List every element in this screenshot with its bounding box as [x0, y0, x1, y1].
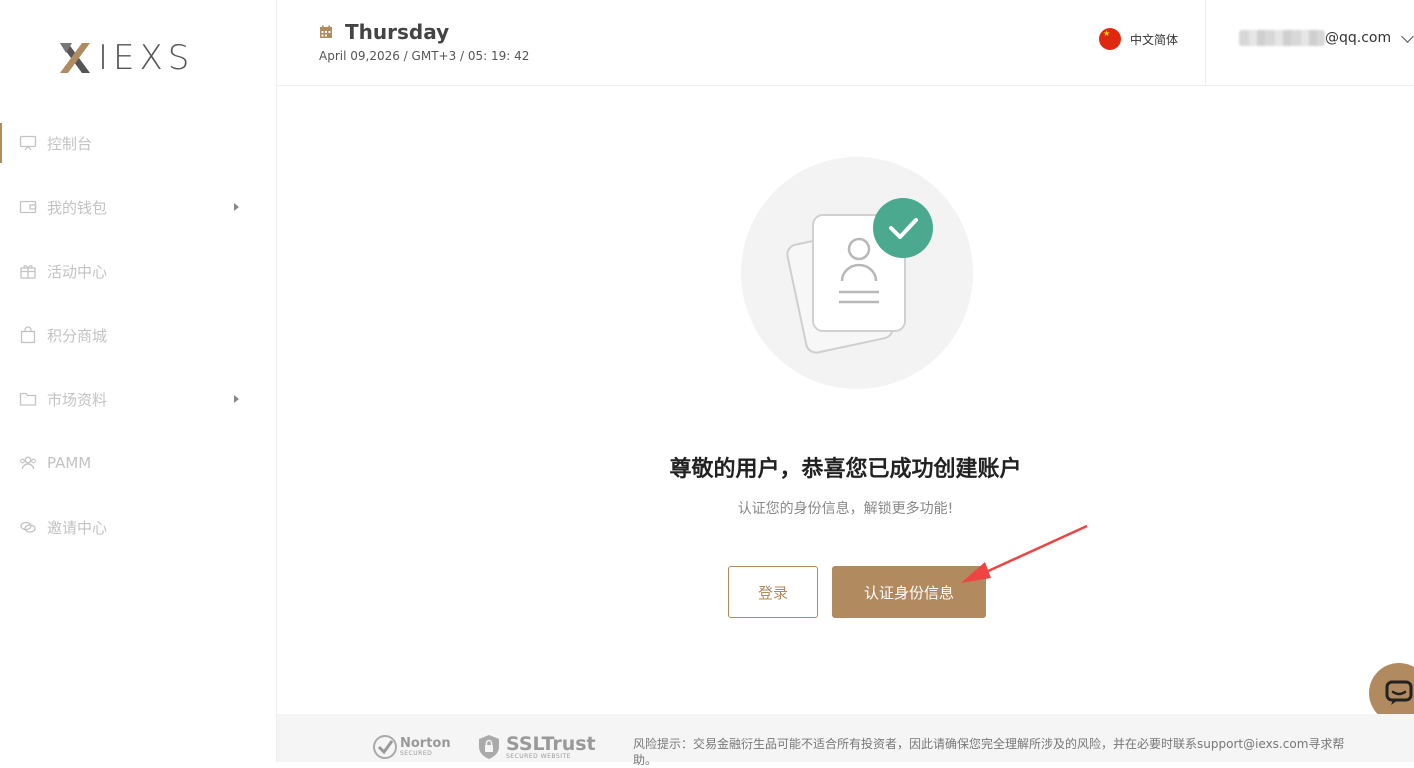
brand-logo[interactable]: IEXS — [58, 38, 194, 78]
language-label: 中文简体 — [1130, 32, 1179, 47]
day-name: Thursday — [345, 20, 450, 44]
link-icon — [20, 521, 36, 533]
top-header: Thursday April 09,2026 / GMT+3 / 05: 19:… — [277, 0, 1414, 86]
caret-right-icon — [234, 203, 239, 211]
sidebar-item-label: 活动中心 — [47, 262, 108, 281]
china-flag-icon: ★ — [1099, 28, 1121, 50]
ssl-label: SSLTrust — [506, 732, 596, 755]
annotation-arrow — [961, 524, 1088, 583]
lock-shield-icon — [479, 735, 499, 759]
sidebar-item-label: PAMM — [47, 454, 92, 472]
date-block: Thursday April 09,2026 / GMT+3 / 05: 19:… — [319, 20, 529, 63]
folder-icon — [19, 392, 37, 406]
logo-text: IEXS — [98, 38, 195, 78]
sidebar-item-label: 邀请中心 — [47, 518, 108, 537]
account-menu[interactable]: @qq.com — [1239, 29, 1414, 46]
language-selector[interactable]: ★ 中文简体 — [1099, 28, 1178, 50]
sidebar-item-invite[interactable]: 邀请中心 — [0, 495, 277, 559]
sidebar-item-activities[interactable]: 活动中心 — [0, 239, 277, 303]
check-badge-icon — [373, 735, 397, 759]
sidebar-item-label: 积分商城 — [47, 326, 108, 345]
norton-label: Norton — [400, 735, 451, 751]
sidebar-item-label: 我的钱包 — [47, 198, 108, 217]
users-icon — [20, 456, 36, 470]
gift-icon — [20, 265, 36, 279]
footer: Norton SECURED SSLTrust SECURED WEBSITE … — [277, 714, 1414, 767]
header-divider — [1205, 0, 1206, 86]
main-content: 尊敬的用户，恭喜您已成功创建账户 认证您的身份信息，解锁更多功能! 登录 认证身… — [277, 87, 1414, 723]
login-button[interactable]: 登录 — [728, 566, 818, 618]
caret-right-icon — [234, 395, 239, 403]
sidebar-item-dashboard[interactable]: 控制台 — [0, 111, 277, 175]
logo-mark-icon — [60, 43, 90, 73]
sidebar-item-points-mall[interactable]: 积分商城 — [0, 303, 277, 367]
sidebar-item-label: 市场资料 — [47, 390, 108, 409]
sidebar-item-market-data[interactable]: 市场资料 — [0, 367, 277, 431]
calendar-icon — [320, 25, 332, 38]
norton-badge: Norton SECURED — [372, 734, 451, 760]
risk-warning: 风险提示：交易金融衍生品可能不适合所有投资者，因此请确保您完全理解所涉及的风险，… — [633, 737, 1345, 767]
email-redacted — [1239, 30, 1325, 46]
norton-sub: SECURED — [400, 749, 433, 757]
shopping-bag-icon — [20, 326, 36, 344]
sidebar-item-wallet[interactable]: 我的钱包 — [0, 175, 277, 239]
success-headline: 尊敬的用户，恭喜您已成功创建账户 — [669, 457, 1022, 482]
sidebar-item-pamm[interactable]: PAMM — [0, 431, 277, 495]
chat-bubble-icon — [1385, 680, 1413, 705]
date-time: April 09,2026 / GMT+3 / 05: 19: 42 — [319, 49, 530, 63]
sidebar-nav: 控制台 我的钱包 活动中心 积分商城 市场资料 PAMM 邀请中心 — [0, 111, 277, 559]
sidebar: IEXS 控制台 我的钱包 活动中心 积分商城 市场资料 PAMM 邀请中心 — [0, 0, 277, 762]
email-suffix: @qq.com — [1325, 30, 1392, 46]
sidebar-item-label: 控制台 — [47, 134, 93, 153]
verify-subtitle: 认证您的身份信息，解锁更多功能! — [737, 501, 954, 517]
chevron-down-icon — [1401, 29, 1414, 43]
id-card-success-icon — [786, 198, 933, 354]
wallet-icon — [19, 200, 37, 214]
ssl-badge: SSLTrust SECURED WEBSITE — [478, 734, 596, 760]
monitor-icon — [19, 135, 37, 151]
